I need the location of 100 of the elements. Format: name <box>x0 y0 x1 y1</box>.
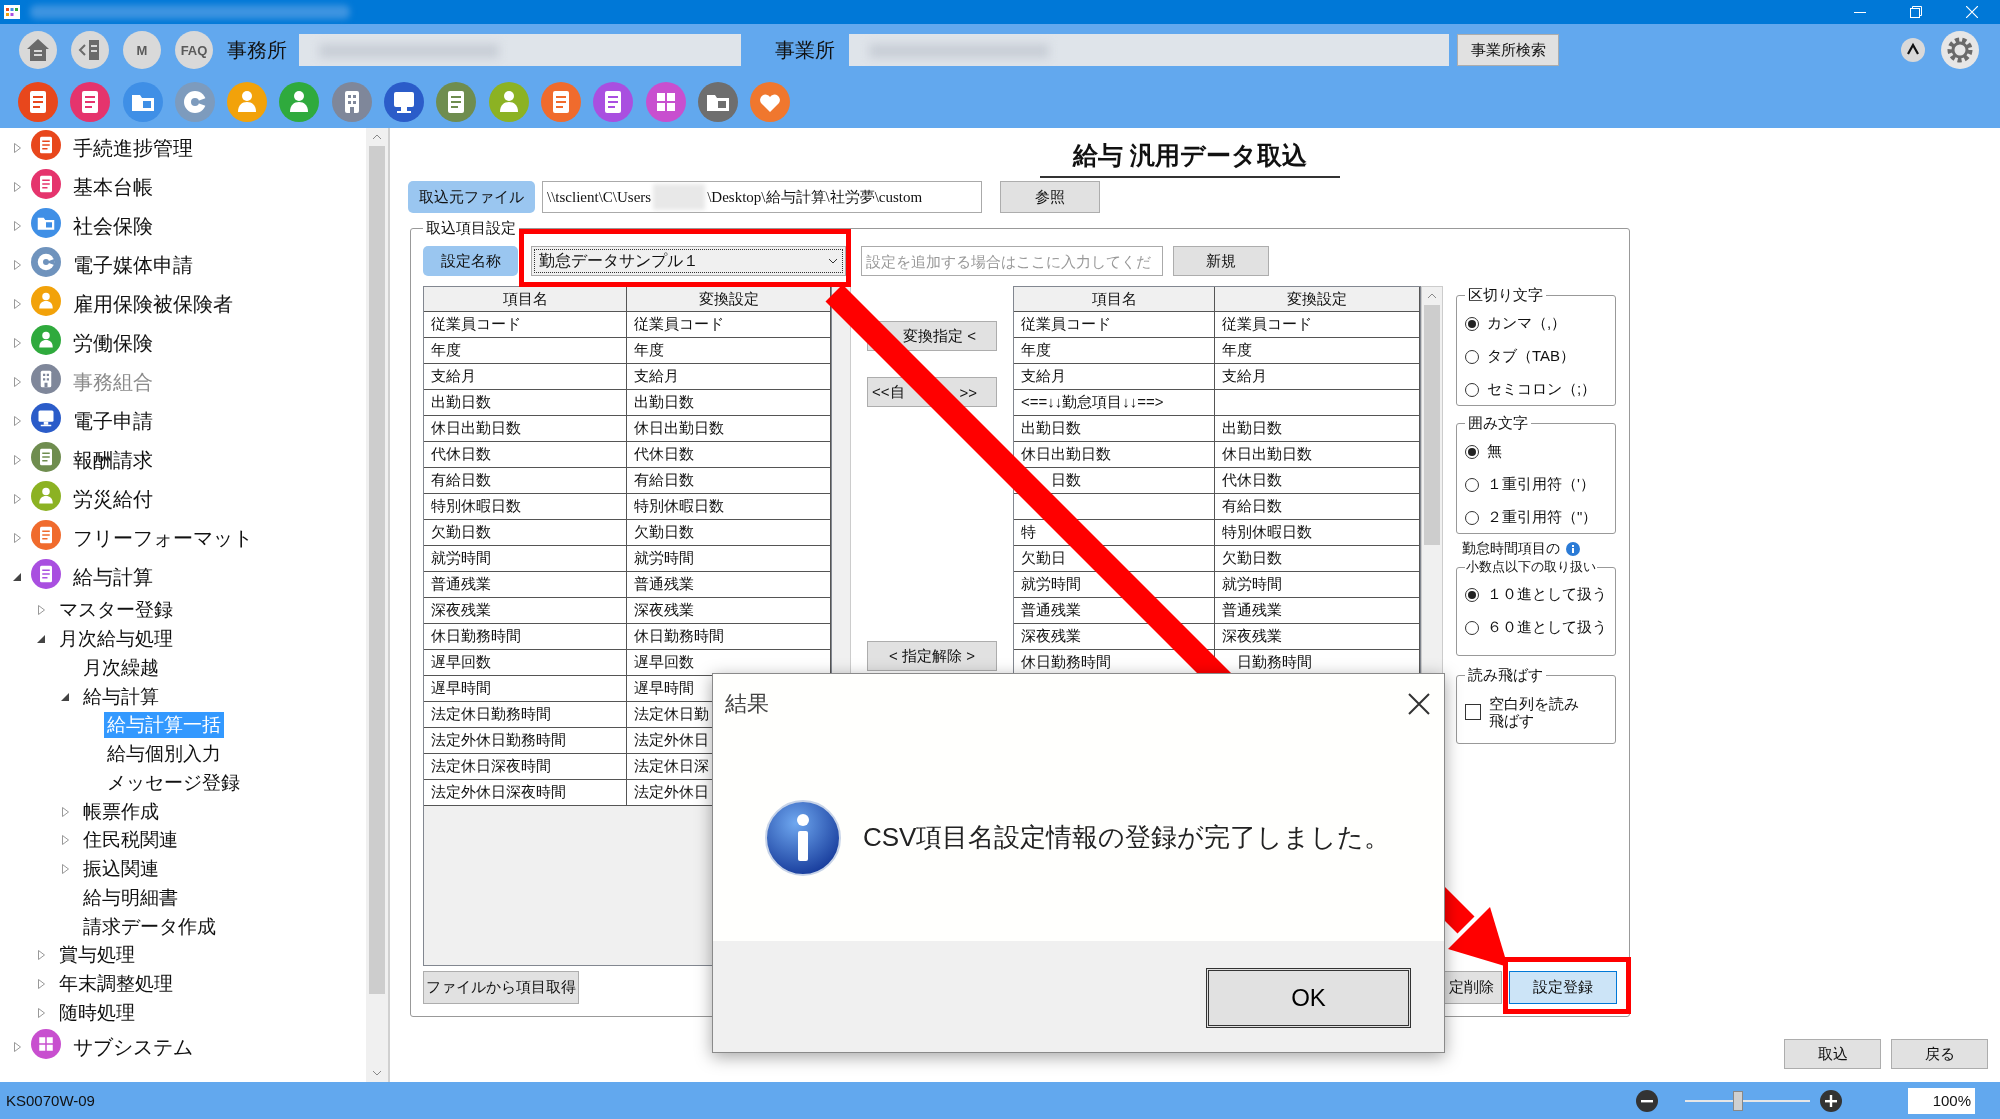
document-icon[interactable] <box>540 82 581 122</box>
tree-item[interactable]: 年末調整処理 <box>56 971 176 998</box>
restore-icon[interactable] <box>1910 6 1922 18</box>
ok-button[interactable]: OK <box>1206 968 1411 1028</box>
tree-item[interactable]: 月次給与処理 <box>56 626 176 653</box>
get-items-button[interactable]: ファイルから項目取得 <box>423 971 579 1004</box>
dialog-message: CSV項目名設定情報の登録が完了しました。 <box>863 821 1391 854</box>
new-button[interactable]: 新規 <box>1173 246 1269 276</box>
tree-item[interactable]: 報酬請求 <box>70 446 156 473</box>
tree-item[interactable]: 社会保険 <box>70 212 156 239</box>
close-icon[interactable] <box>1408 693 1430 715</box>
blurred-field[interactable] <box>849 34 1449 66</box>
radio-button[interactable] <box>1465 510 1479 525</box>
disc-icon[interactable] <box>174 82 215 122</box>
scrollbar[interactable] <box>366 128 388 1082</box>
document-icon[interactable] <box>70 82 111 122</box>
scroll-up-icon[interactable] <box>1427 293 1437 299</box>
footer-button[interactable]: 戻る <box>1891 1039 1988 1069</box>
tree-item[interactable]: 随時処理 <box>56 999 138 1026</box>
tree-item[interactable]: 請求データ作成 <box>80 913 219 940</box>
person-icon[interactable] <box>227 82 268 122</box>
table-cell: 出勤日数 <box>1014 416 1215 442</box>
tree-item[interactable]: 月次繰越 <box>80 654 162 681</box>
settings-icon[interactable] <box>1941 31 1979 69</box>
table-cell: 年度 <box>1215 338 1420 364</box>
tree-item[interactable]: 労災給付 <box>70 485 156 512</box>
tree-item[interactable]: 住民税関連 <box>80 827 181 854</box>
table-cell: 出勤日数 <box>424 390 627 416</box>
folder-icon[interactable] <box>122 82 163 122</box>
collapse-icon[interactable] <box>1901 38 1925 62</box>
document-icon[interactable] <box>18 82 58 122</box>
building-icon[interactable] <box>331 82 372 122</box>
unassign-button[interactable]: < 指定解除 > <box>867 641 997 671</box>
table-cell: 有給日数 <box>1215 494 1420 520</box>
setting-select[interactable]: 勤怠データサンプル１ <box>531 246 846 276</box>
scroll-down-icon[interactable] <box>372 1070 383 1076</box>
folder-icon[interactable] <box>697 82 738 122</box>
input-field[interactable]: 設定を追加する場合はここに入力してくだ <box>861 246 1163 276</box>
tree-item[interactable]: 基本台帳 <box>70 173 156 200</box>
radio-button[interactable] <box>1465 620 1479 635</box>
table-cell: 休日出勤日数 <box>1215 442 1420 468</box>
person-icon[interactable] <box>488 82 529 122</box>
radio-button[interactable] <box>1465 477 1479 492</box>
tree-item[interactable]: 電子媒体申請 <box>70 251 196 278</box>
table-cell: 支給月 <box>627 364 831 390</box>
person-icon[interactable] <box>279 82 320 122</box>
tree-item[interactable]: 労働保険 <box>70 329 156 356</box>
table-cell: <==↓↓勤怠項目↓↓==> <box>1014 390 1215 416</box>
site-label: 事業所 <box>775 37 836 63</box>
tree-item[interactable]: 給与個別入力 <box>104 741 224 768</box>
radio-button[interactable] <box>1465 316 1479 331</box>
table-cell: 法定休日深夜時間 <box>424 754 627 780</box>
nav-button[interactable]: M <box>123 31 161 69</box>
tree-item[interactable]: マスター登録 <box>56 597 176 624</box>
info-icon[interactable] <box>1566 542 1580 556</box>
zoom-in-icon[interactable] <box>1820 1089 1842 1112</box>
tree-item[interactable]: 振込関連 <box>80 856 162 883</box>
tree-item[interactable]: 電子申請 <box>70 407 156 434</box>
monitor-icon[interactable] <box>384 82 425 122</box>
zoom-slider[interactable] <box>1685 1090 1810 1111</box>
radio-button[interactable] <box>1465 587 1479 602</box>
tree-item[interactable]: メッセージ登録 <box>104 769 243 796</box>
save-button[interactable]: 設定登録 <box>1509 971 1617 1004</box>
document-icon[interactable] <box>593 82 634 122</box>
radio-button[interactable] <box>1465 349 1479 364</box>
tree-item[interactable]: 帳票作成 <box>80 798 162 825</box>
caret-icon[interactable] <box>828 258 838 264</box>
search-button[interactable]: 事業所検索 <box>1457 34 1559 66</box>
back-button[interactable] <box>71 31 109 69</box>
group-legend: 区切り文字 <box>1465 286 1546 305</box>
radio-button[interactable] <box>1465 382 1479 397</box>
tree-item[interactable]: フリーフォーマット <box>70 524 256 551</box>
browse-button[interactable]: 参照 <box>1000 181 1100 213</box>
path-field[interactable]: \\tsclient\C\Users \Desktop\給与計算\社労夢\custom <box>542 181 982 213</box>
column-header: 変換設定 <box>627 287 831 312</box>
home-button[interactable] <box>19 31 57 69</box>
tree-item[interactable]: サブシステム <box>70 1033 196 1060</box>
nav-button[interactable]: FAQ <box>175 31 213 69</box>
tree-item[interactable]: 手続進捗管理 <box>70 134 196 161</box>
scroll-up-icon[interactable] <box>372 134 383 140</box>
grid-icon[interactable] <box>645 82 686 122</box>
zoom-field[interactable]: 100% <box>1908 1087 1975 1114</box>
radio-label: ６０進として扱う <box>1487 618 1607 637</box>
radio-label: タブ（TAB） <box>1487 347 1576 366</box>
tree-item[interactable]: 給与計算 <box>70 563 156 590</box>
tree-item[interactable]: 給与計算 <box>80 683 162 710</box>
delete-button[interactable]: 定削除 <box>1442 971 1502 1004</box>
table-cell: 有給日数 <box>627 468 831 494</box>
tree-item[interactable]: 給与明細書 <box>80 884 181 911</box>
tree-item[interactable]: 雇用保険被保険者 <box>70 290 236 317</box>
blurred-field[interactable] <box>299 34 741 66</box>
document-icon[interactable] <box>436 82 477 122</box>
footer-button[interactable]: 取込 <box>1784 1039 1881 1069</box>
radio-button[interactable] <box>1465 444 1479 459</box>
table-cell: 就労時間 <box>424 546 627 572</box>
zoom-out-icon[interactable] <box>1636 1089 1658 1112</box>
source-file-button[interactable]: 取込元ファイル <box>408 181 535 213</box>
tree-item[interactable]: 賞与処理 <box>56 942 138 969</box>
checkbox[interactable] <box>1465 704 1481 720</box>
table-cell: 就労時間 <box>627 546 831 572</box>
